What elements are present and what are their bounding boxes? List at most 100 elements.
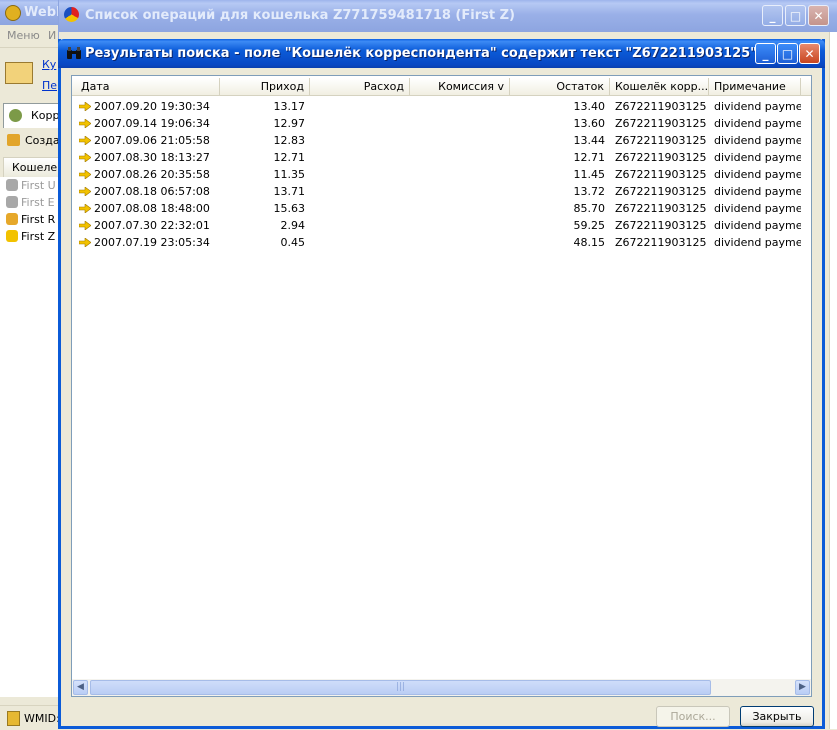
tab-label: Корр [31, 109, 60, 122]
ops-minimize-button[interactable]: _ [762, 5, 783, 26]
scroll-left-button[interactable]: ◀ [73, 680, 88, 695]
wmid-icon [7, 711, 20, 726]
bg-app-titlebar[interactable]: WebM [0, 0, 69, 25]
wallet-label: First U [21, 179, 56, 192]
ops-titlebar[interactable]: Список операций для кошелька Z7717594817… [59, 0, 837, 32]
incoming-arrow-icon [79, 153, 91, 162]
table-row[interactable]: 2007.09.20 19:30:34 13.17 13.40 Z6722119031… [72, 98, 811, 115]
cell-balance-text: 13.40 [573, 100, 606, 113]
cell-date: 2007.08.30 18:13:27 [72, 149, 220, 166]
table-row[interactable]: 2007.08.08 18:48:00 15.63 85.70 Z6722119031… [72, 200, 811, 217]
cell-wallet-text: Z672211903125 [615, 117, 707, 130]
cell-date: 2007.07.30 22:32:01 [72, 217, 220, 234]
cell-note-text: dividend payment [714, 100, 801, 113]
cell-income: 0.45 [220, 234, 310, 251]
table-row[interactable]: 2007.08.18 06:57:08 13.71 13.72 Z6722119031… [72, 183, 811, 200]
cell-note: dividend payment [709, 98, 801, 115]
cell-income: 12.71 [220, 149, 310, 166]
cell-income: 13.17 [220, 98, 310, 115]
cell-income: 13.71 [220, 183, 310, 200]
col-header-expense[interactable]: Расход [310, 78, 410, 95]
cell-note-text: dividend payment [714, 219, 801, 232]
col-header-note[interactable]: Примечание [709, 78, 801, 95]
wallet-icon [6, 179, 18, 191]
cell-note: dividend payment [709, 217, 801, 234]
cell-balance-text: 13.44 [573, 134, 606, 147]
create-label: Созда [25, 134, 60, 147]
cell-note: dividend payment [709, 200, 801, 217]
cell-income: 15.63 [220, 200, 310, 217]
user-link-1[interactable]: Ку [42, 58, 56, 71]
close-button[interactable]: Закрыть [740, 706, 814, 727]
table-row[interactable]: 2007.09.06 21:05:58 12.83 13.44 Z6722119031… [72, 132, 811, 149]
table-row[interactable]: 2007.09.14 19:06:34 12.97 13.60 Z6722119031… [72, 115, 811, 132]
scroll-thumb[interactable]: ||| [90, 680, 711, 695]
cell-wallet: Z672211903125 [610, 166, 709, 183]
search-window-title: Результаты поиска - поле "Кошелёк коррес… [85, 46, 757, 61]
cell-balance: 59.25 [510, 217, 610, 234]
wallet-create-icon [7, 134, 20, 146]
cell-balance: 13.44 [510, 132, 610, 149]
cell-fee [410, 98, 510, 115]
scroll-right-button[interactable]: ▶ [795, 680, 810, 695]
wallets-header[interactable]: Кошелек [3, 157, 64, 178]
cell-note: dividend payment [709, 234, 801, 251]
cell-date: 2007.08.08 18:48:00 [72, 200, 220, 217]
search-maximize-button[interactable]: □ [777, 43, 798, 64]
wallet-item[interactable]: First R [6, 212, 55, 228]
wmid-label: WMID: [24, 712, 60, 725]
cell-wallet-text: Z672211903125 [615, 185, 707, 198]
table-row[interactable]: 2007.08.26 20:35:58 11.35 11.45 Z6722119031… [72, 166, 811, 183]
cell-expense [310, 234, 410, 251]
table-row[interactable]: 2007.07.19 23:05:34 0.45 48.15 Z67221190312… [72, 234, 811, 251]
table-row[interactable]: 2007.07.30 22:32:01 2.94 59.25 Z67221190312… [72, 217, 811, 234]
incoming-arrow-icon [79, 119, 91, 128]
wallet-item[interactable]: First E [6, 195, 55, 211]
cell-note: dividend payment [709, 132, 801, 149]
col-header-balance[interactable]: Остаток [510, 78, 610, 95]
cell-income: 11.35 [220, 166, 310, 183]
user-card-icon [5, 62, 33, 84]
menu-item-menu[interactable]: Меню [7, 29, 40, 42]
ops-maximize-button[interactable]: □ [785, 5, 806, 26]
cell-note-text: dividend payment [714, 117, 801, 130]
cell-balance-text: 48.15 [573, 236, 606, 249]
wallet-item[interactable]: First Z [6, 229, 55, 245]
cell-date: 2007.08.18 06:57:08 [72, 183, 220, 200]
wallets-list: First U First E First R First Z [0, 177, 62, 697]
horizontal-scrollbar[interactable]: ◀ ||| ▶ [72, 679, 811, 696]
cell-income: 2.94 [220, 217, 310, 234]
cell-income-text: 13.17 [273, 100, 306, 113]
cell-fee [410, 234, 510, 251]
wallet-item[interactable]: First U [6, 178, 56, 194]
cell-date-text: 2007.09.20 19:30:34 [94, 100, 210, 113]
search-minimize-button[interactable]: _ [755, 43, 776, 64]
col-header-date[interactable]: Дата [72, 78, 220, 95]
cell-wallet: Z672211903125 [610, 98, 709, 115]
search-button[interactable]: Поиск... [656, 706, 730, 727]
cell-date: 2007.09.06 21:05:58 [72, 132, 220, 149]
cell-fee [410, 132, 510, 149]
table-row[interactable]: 2007.08.30 18:13:27 12.71 12.71 Z6722119031… [72, 149, 811, 166]
cell-wallet-text: Z672211903125 [615, 219, 707, 232]
cell-note-text: dividend payment [714, 202, 801, 215]
col-header-wallet[interactable]: Кошелёк корр... [610, 78, 709, 95]
search-titlebar[interactable]: Результаты поиска - поле "Кошелёк коррес… [58, 39, 825, 68]
results-listview[interactable]: Дата Приход Расход Комиссия v Остаток Ко… [71, 75, 812, 697]
cell-income-text: 0.45 [280, 236, 306, 249]
cell-fee [410, 166, 510, 183]
cell-income-text: 12.71 [273, 151, 306, 164]
cell-fee [410, 200, 510, 217]
cell-wallet: Z672211903125 [610, 149, 709, 166]
menu-item-2[interactable]: И [48, 29, 56, 42]
search-close-button[interactable]: ✕ [799, 43, 820, 64]
binoculars-icon [66, 46, 82, 64]
cell-note-text: dividend payment [714, 185, 801, 198]
col-header-income[interactable]: Приход [220, 78, 310, 95]
col-header-fee[interactable]: Комиссия v [410, 78, 510, 95]
ops-close-button[interactable]: ✕ [808, 5, 829, 26]
user-card: Ку Пер [0, 52, 64, 100]
tab-correspondents[interactable]: Корр [3, 103, 64, 128]
create-button[interactable]: Созда [0, 130, 62, 152]
cell-note: dividend payment [709, 183, 801, 200]
